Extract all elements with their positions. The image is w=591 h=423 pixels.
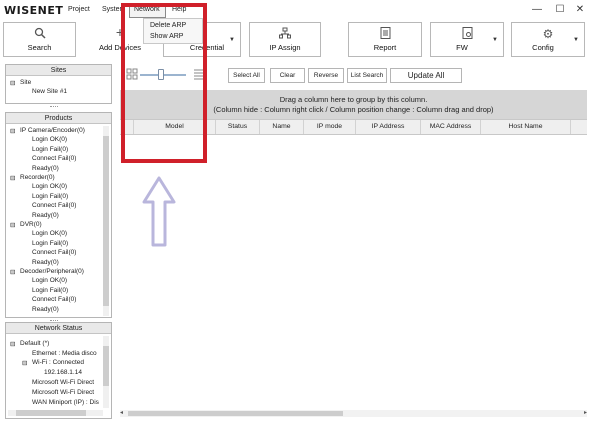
clear-button[interactable]: Clear (270, 68, 305, 83)
chevron-down-icon: ▼ (229, 37, 235, 43)
product-group[interactable]: Recorder(0) (20, 174, 55, 181)
scroll-right-icon[interactable]: ▸ (584, 410, 587, 417)
network-icon (250, 27, 320, 42)
list-search-button[interactable]: List Search (347, 68, 387, 83)
close-button[interactable]: ✕ (573, 4, 587, 16)
product-group[interactable]: DVR(0) (20, 221, 42, 228)
product-status-item[interactable]: Login OK(0) (32, 277, 67, 284)
products-panel-header: Products (6, 113, 111, 124)
products-scrollbar[interactable] (103, 126, 109, 316)
product-status-item[interactable]: Ready(0) (32, 212, 59, 219)
product-status-item[interactable]: Login Fail(0) (32, 193, 68, 200)
network-root[interactable]: Default (*) (20, 340, 49, 347)
product-status-item[interactable]: Ready(0) (32, 165, 59, 172)
product-status-item[interactable]: Ready(0) (32, 259, 59, 266)
search-button-label: Search (27, 43, 52, 52)
product-status-item[interactable]: Ready(0) (32, 306, 59, 313)
fw-button-label: FW (456, 43, 468, 52)
chevron-down-icon: ▼ (492, 37, 498, 43)
minimize-button[interactable]: — (530, 4, 544, 16)
title-bar: WISENET Project Syster Network Help — ☐ … (0, 0, 591, 21)
product-status-item[interactable]: Login OK(0) (32, 183, 67, 190)
network-item[interactable]: Ethernet : Media disco (32, 350, 97, 357)
column-header-name[interactable]: Name (260, 120, 304, 134)
menu-system[interactable]: Syster (102, 6, 122, 13)
fw-button[interactable]: FW ▼ (430, 22, 504, 57)
column-header-status[interactable]: Status (216, 120, 260, 134)
product-status-item[interactable]: Connect Fail(0) (32, 296, 76, 303)
update-all-button[interactable]: Update All (390, 68, 462, 83)
chevron-down-icon: ▼ (573, 37, 579, 43)
network-item[interactable]: WAN Miniport (IP) : Dis (32, 399, 99, 406)
column-header-ip-address[interactable]: IP Address (356, 120, 421, 134)
report-button[interactable]: Report (348, 22, 422, 57)
maximize-button[interactable]: ☐ (553, 4, 567, 16)
products-panel: Products ⊟ IP Camera/Encoder(0) Login OK(0… (5, 112, 112, 318)
menu-project[interactable]: Project (68, 6, 90, 13)
network-status-panel: Network Status ⊟ Default (*) Ethernet : … (5, 322, 112, 419)
app-logo: WISENET (4, 4, 64, 17)
panel-splitter[interactable] (50, 106, 58, 108)
product-status-item[interactable]: Login OK(0) (32, 136, 67, 143)
report-button-label: Report (373, 43, 397, 52)
select-all-button[interactable]: Select All (228, 68, 265, 83)
column-header-mac-address[interactable]: MAC Address (421, 120, 481, 134)
reverse-button[interactable]: Reverse (308, 68, 344, 83)
tree-toggle-icon[interactable]: ⊟ (10, 221, 15, 229)
site-child[interactable]: New Site #1 (32, 88, 67, 95)
product-status-item[interactable]: Login OK(0) (32, 230, 67, 237)
sites-panel: Sites ⊟ Site New Site #1 (5, 64, 112, 104)
column-header-ip-mode[interactable]: IP mode (304, 120, 356, 134)
grid-hscroll[interactable]: ◂ ▸ (120, 410, 587, 417)
product-group[interactable]: Decoder/Peripheral(0) (20, 268, 84, 275)
ip-assign-button[interactable]: IP Assign (249, 22, 321, 57)
product-status-item[interactable]: Login Fail(0) (32, 146, 68, 153)
highlight-annotation-box (121, 3, 207, 163)
tree-toggle-icon[interactable]: ⊟ (10, 340, 15, 348)
column-header-host-name[interactable]: Host Name (481, 120, 571, 134)
network-status-hscroll[interactable] (8, 410, 103, 416)
network-item[interactable]: Microsoft Wi-Fi Direct (32, 389, 94, 396)
main-toolbar: Search + Add Devices Credential ▼ IP Ass… (0, 21, 591, 59)
tree-toggle-icon[interactable]: ⊟ (10, 174, 15, 182)
config-button[interactable]: ⚙ Config ▼ (511, 22, 585, 57)
product-status-item[interactable]: Login Fail(0) (32, 240, 68, 247)
products-scrollbar-thumb[interactable] (103, 136, 109, 306)
config-button-label: Config (532, 43, 554, 52)
network-status-vscroll[interactable] (103, 336, 109, 408)
tree-toggle-icon[interactable]: ⊟ (10, 79, 15, 87)
tree-toggle-icon[interactable]: ⊟ (10, 268, 15, 276)
up-arrow-icon (142, 176, 176, 247)
product-status-item[interactable]: Connect Fail(0) (32, 249, 76, 256)
tree-toggle-icon[interactable]: ⊟ (22, 359, 27, 367)
ip-assign-button-label: IP Assign (269, 43, 301, 52)
network-status-hscroll-thumb[interactable] (16, 410, 86, 416)
network-item[interactable]: 192.168.1.14 (44, 369, 82, 376)
network-item[interactable]: Wi-Fi : Connected (32, 359, 84, 366)
grid-hscroll-thumb[interactable] (128, 411, 343, 416)
product-status-item[interactable]: Connect Fail(0) (32, 202, 76, 209)
network-item[interactable]: Microsoft Wi-Fi Direct (32, 379, 94, 386)
report-icon (349, 27, 421, 42)
scroll-left-icon[interactable]: ◂ (120, 410, 123, 417)
tree-toggle-icon[interactable]: ⊟ (10, 127, 15, 135)
product-group[interactable]: IP Camera/Encoder(0) (20, 127, 85, 134)
network-status-vscroll-thumb[interactable] (103, 346, 109, 386)
sites-panel-header: Sites (6, 65, 111, 76)
product-status-item[interactable]: Login Fail(0) (32, 287, 68, 294)
site-root[interactable]: Site (20, 79, 31, 86)
search-button[interactable]: Search (3, 22, 76, 57)
search-icon (4, 27, 75, 42)
network-status-panel-header: Network Status (6, 323, 111, 334)
product-status-item[interactable]: Connect Fail(0) (32, 155, 76, 162)
